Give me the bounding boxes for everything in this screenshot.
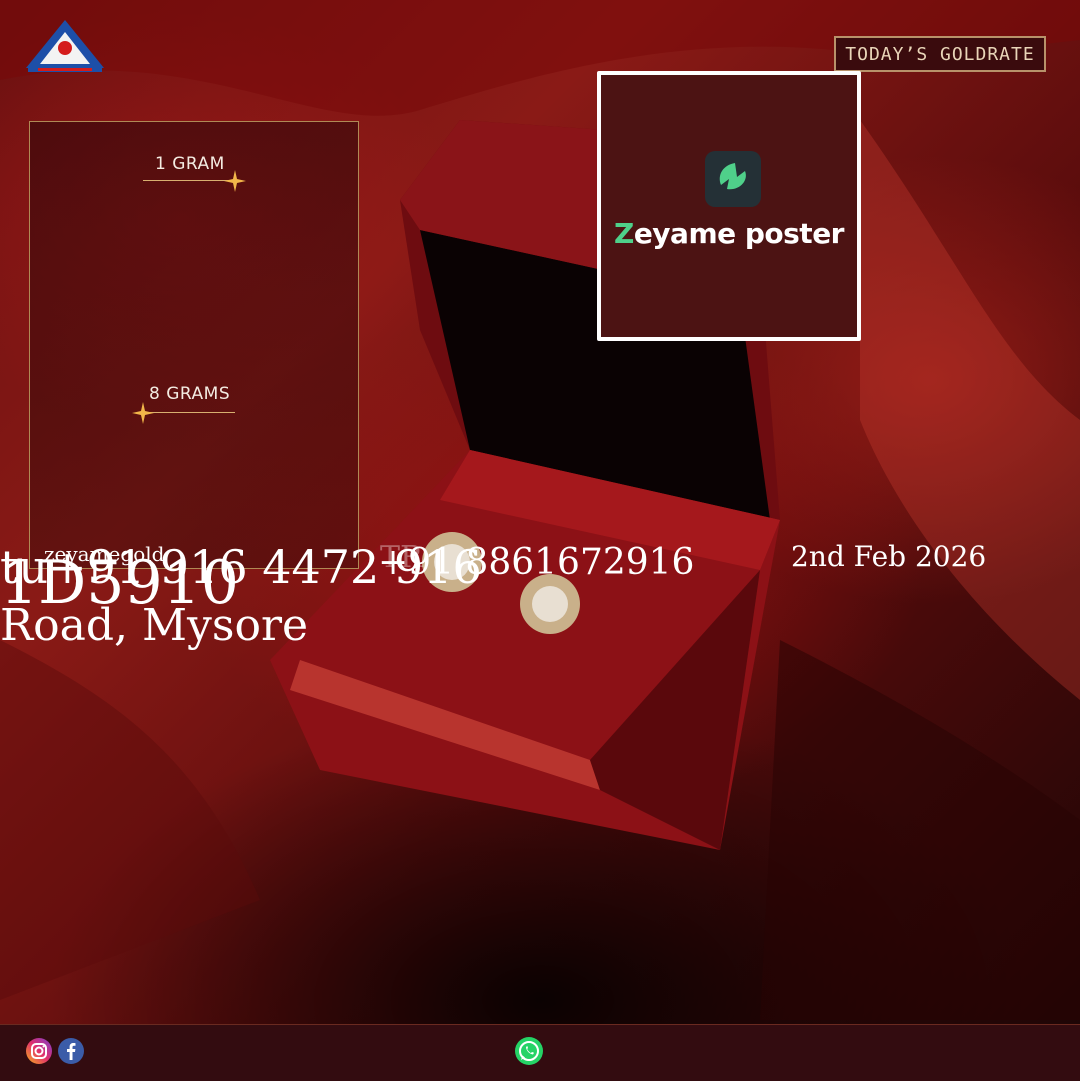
promo-brand-text: Zeyame poster xyxy=(601,217,857,250)
social-handle: zeyamegold xyxy=(44,542,165,566)
whatsapp-icon[interactable] xyxy=(515,1037,543,1065)
rate-date: 2nd Feb 2026 xyxy=(791,540,987,573)
phone-number-secondary: +91 8861672916 xyxy=(378,542,695,583)
promo-brand-first-letter: Z xyxy=(614,217,634,250)
gold-rate-panel: 1 GRAM 8 GRAMS xyxy=(29,121,359,569)
zeyame-leaf-icon xyxy=(705,151,761,207)
weight-label-1-gram: 1 GRAM xyxy=(155,154,225,174)
sparkle-icon xyxy=(132,402,154,424)
weight-label-8-grams: 8 GRAMS xyxy=(149,384,231,404)
sparkle-icon xyxy=(224,170,246,192)
divider-line xyxy=(143,180,235,181)
instagram-icon[interactable] xyxy=(26,1038,52,1064)
todays-goldrate-button[interactable]: TODAY’S GOLDRATE xyxy=(834,36,1046,72)
todays-goldrate-label: TODAY’S GOLDRATE xyxy=(845,43,1035,65)
facebook-icon[interactable] xyxy=(58,1038,84,1064)
bis-hallmark-logo-icon xyxy=(26,20,104,72)
promo-brand-rest: eyame poster xyxy=(633,217,845,250)
divider-line xyxy=(145,412,235,413)
footer-bar xyxy=(0,1024,1080,1081)
store-address: Road, Mysore xyxy=(0,600,309,651)
promo-poster-card: Zeyame poster xyxy=(597,71,861,341)
